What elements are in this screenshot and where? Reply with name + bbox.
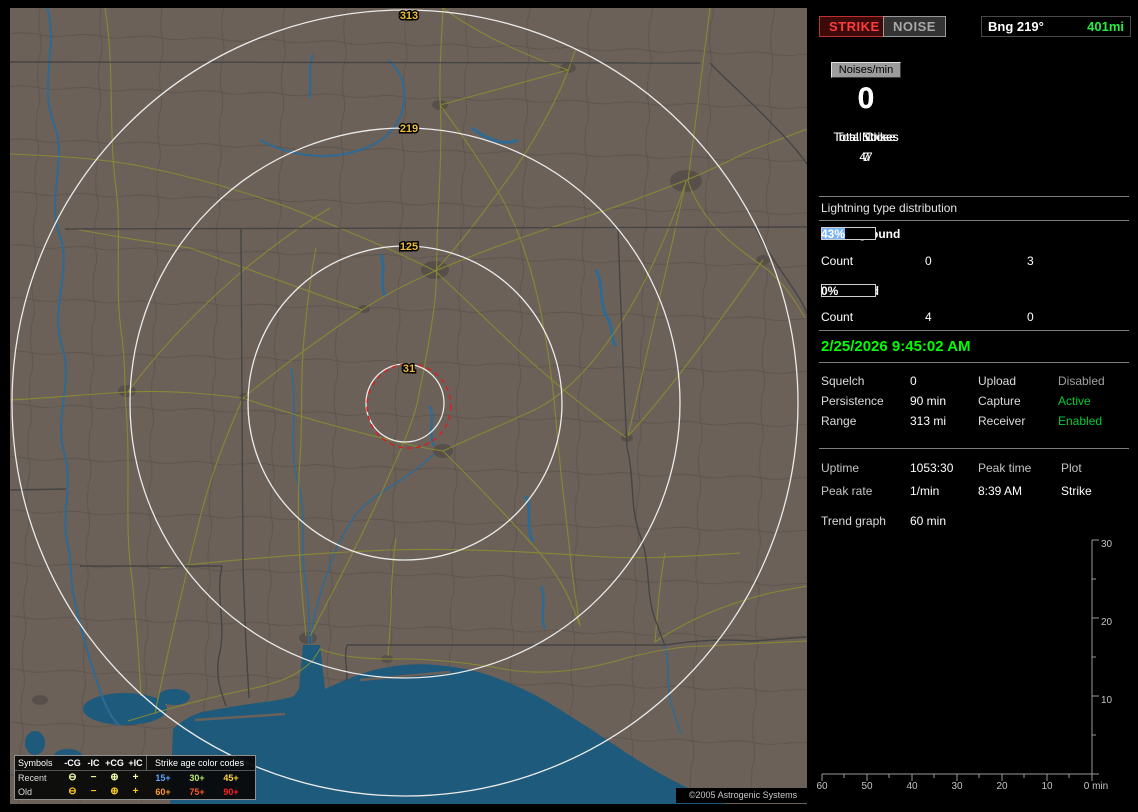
count-label: Count — [821, 310, 854, 324]
legend-recent-row: Recent ⊖ − ⊕ + 15+ 30+ 45+ — [15, 771, 255, 785]
age-code-60: 60+ — [155, 787, 171, 797]
lightning-radar-map: 313 219 125 31 Symbols -CG -IC +CG +IC S… — [10, 8, 810, 804]
upload-status: Disabled — [1058, 374, 1105, 388]
legend-col-pos-ic: +IC — [128, 758, 143, 768]
x-tick-label: 10 — [1041, 781, 1053, 792]
bearing-value: Bng 219° — [988, 19, 1044, 34]
neg-cg-symbol-icon: ⊖ — [68, 772, 77, 783]
legend-symbols-header: Symbols — [18, 758, 53, 768]
divider — [819, 448, 1129, 449]
range-ring-label: 31 — [403, 363, 415, 375]
legend-recent-label: Recent — [18, 773, 47, 783]
cg-positive-count: 0 — [925, 254, 932, 268]
capture-label: Capture — [978, 394, 1021, 408]
origin-label: 0 min — [1084, 781, 1108, 792]
noise-mode-button[interactable]: NOISE — [883, 16, 946, 37]
bearing-readout: Bng 219° 401mi — [981, 16, 1131, 37]
persistence-value: 90 min — [910, 394, 947, 408]
cg-negative-count: 3 — [1027, 254, 1034, 268]
nexstorm-window: { "window": { "credit": "©2005 Astrogeni… — [0, 0, 1138, 812]
pos-ic-symbol-icon: + — [132, 772, 139, 783]
y-tick-label: 30 — [1101, 539, 1113, 550]
x-tick-label: 50 — [861, 781, 873, 792]
range-value: 313 mi — [910, 414, 947, 428]
plot-value: Strike — [1061, 484, 1092, 498]
age-code-15: 15+ — [155, 773, 171, 783]
intracloud-row: Intracloud + 57% − 0% — [821, 284, 1131, 299]
age-code-90: 90+ — [223, 787, 239, 797]
legend-col-neg-cg: -CG — [64, 758, 81, 768]
range-ring-label: 313 — [400, 10, 418, 22]
age-code-45: 45+ — [223, 773, 239, 783]
legend-col-pos-cg: +CG — [105, 758, 124, 768]
receiver-status: Enabled — [1058, 414, 1103, 428]
bearing-distance: 401mi — [1087, 19, 1124, 34]
status-panel: STRIKE NOISE Bng 219° 401mi Strikes/min … — [815, 8, 1135, 804]
x-tick-label: 20 — [996, 781, 1008, 792]
peak-rate-value: 1/min — [910, 484, 940, 498]
age-code-30: 30+ — [189, 773, 205, 783]
copyright-credit: ©2005 Astrogenic Systems — [676, 788, 810, 803]
neg-ic-symbol-icon: − — [90, 786, 97, 797]
y-tick-label: 10 — [1101, 695, 1113, 706]
strike-mode-button[interactable]: STRIKE — [819, 16, 890, 37]
persistence-label: Persistence — [821, 394, 884, 408]
pos-ic-symbol-icon: + — [132, 786, 139, 797]
x-tick-label: 60 — [816, 781, 828, 792]
trend-graph: 30 20 10 60 50 40 30 20 10 0 min — [816, 539, 1113, 792]
cg-negative-percent: 43% — [821, 227, 846, 241]
x-tick-label: 40 — [906, 781, 918, 792]
noises-per-min-button[interactable]: Noises/min — [830, 62, 902, 78]
legend-old-label: Old — [18, 787, 33, 797]
minor-ticks — [843, 578, 1096, 778]
neg-cg-symbol-icon: ⊖ — [68, 786, 77, 797]
uptime-value: 1053:30 — [910, 461, 954, 475]
receiver-label: Receiver — [978, 414, 1026, 428]
ic-positive-count: 4 — [925, 310, 932, 324]
peak-rate-label: Peak rate — [821, 484, 873, 498]
upload-label: Upload — [978, 374, 1017, 388]
range-ring-label: 125 — [400, 241, 418, 253]
distribution-title: Lightning type distribution — [821, 201, 958, 215]
uptime-label: Uptime — [821, 461, 860, 475]
squelch-label: Squelch — [821, 374, 865, 388]
legend-age-header: Strike age color codes — [146, 756, 252, 770]
ic-negative-percent: 0% — [821, 284, 839, 298]
count-label: Count — [821, 254, 854, 268]
map-legend: Symbols -CG -IC +CG +IC Strike age color… — [14, 755, 256, 800]
ic-negative-count: 0 — [1027, 310, 1034, 324]
map-canvas: 313 219 125 31 — [10, 8, 807, 804]
trend-axes — [822, 540, 1093, 775]
divider — [819, 362, 1129, 363]
legend-col-neg-ic: -IC — [87, 758, 100, 768]
divider — [819, 220, 1129, 221]
age-code-75: 75+ — [189, 787, 205, 797]
cloud-ground-row: Cloud-ground + 0% − 43% — [821, 227, 1131, 242]
legend-header-row: Symbols -CG -IC +CG +IC Strike age color… — [15, 756, 255, 771]
divider — [819, 196, 1129, 197]
pos-cg-symbol-icon: ⊕ — [110, 772, 119, 783]
range-ring-label: 219 — [400, 123, 418, 135]
noises-per-min-value: 0 — [857, 82, 875, 115]
trend-graph-window: 60 min — [910, 514, 947, 528]
capture-status: Active — [1058, 394, 1091, 408]
range-label: Range — [821, 414, 857, 428]
total-noises-label: Total Noises — [833, 130, 899, 144]
divider — [819, 330, 1129, 331]
plot-label: Plot — [1061, 461, 1082, 475]
y-tick-label: 20 — [1101, 617, 1113, 628]
current-datetime: 2/25/2026 9:45:02 AM — [821, 338, 971, 355]
trend-graph-label: Trend graph — [821, 514, 886, 528]
major-ticks — [821, 539, 1099, 781]
total-noises-value: 47 — [859, 150, 873, 164]
legend-old-row: Old ⊖ − ⊕ + 60+ 75+ 90+ — [15, 785, 255, 799]
peak-time-label: Peak time — [978, 461, 1032, 475]
squelch-value: 0 — [910, 374, 917, 388]
pos-cg-symbol-icon: ⊕ — [110, 786, 119, 797]
x-tick-label: 30 — [951, 781, 963, 792]
peak-time-value: 8:39 AM — [978, 484, 1023, 498]
neg-ic-symbol-icon: − — [90, 772, 97, 783]
